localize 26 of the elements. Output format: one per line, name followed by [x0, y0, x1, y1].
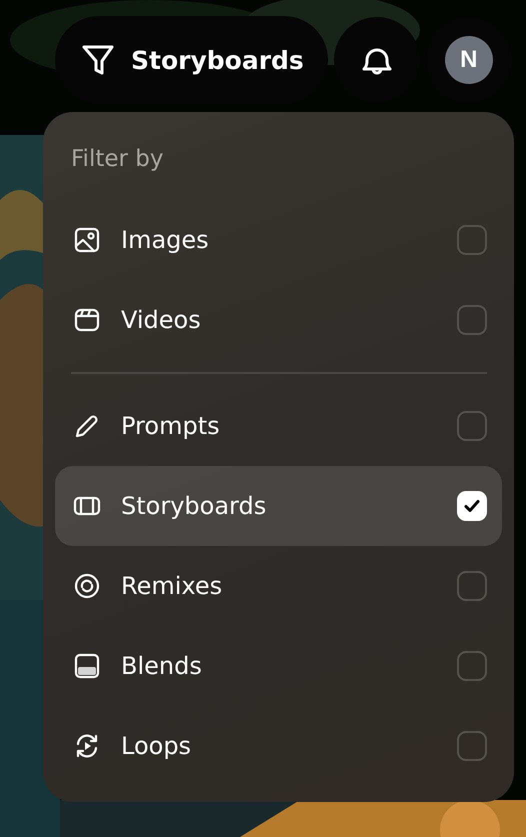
option-label: Remixes	[121, 572, 224, 600]
option-label: Storyboards	[121, 492, 268, 520]
checkbox[interactable]	[457, 305, 487, 335]
filter-option[interactable]: Remixes	[55, 546, 502, 626]
checkbox[interactable]	[457, 491, 487, 521]
checkbox[interactable]	[457, 651, 487, 681]
option-label: Blends	[121, 652, 203, 680]
filter-option[interactable]: Images	[55, 200, 502, 280]
option-label: Prompts	[121, 412, 221, 440]
checkbox[interactable]	[457, 731, 487, 761]
swirl-icon	[73, 572, 101, 600]
filter-option[interactable]: Prompts	[55, 386, 502, 466]
filter-option[interactable]: Blends	[55, 626, 502, 706]
checkbox[interactable]	[457, 571, 487, 601]
filter-option[interactable]: Videos	[55, 280, 502, 360]
checkbox[interactable]	[457, 411, 487, 441]
option-label: Images	[121, 226, 210, 254]
menu-heading: Filter by	[71, 146, 164, 174]
filter-option[interactable]: Storyboards	[55, 466, 502, 546]
checkbox[interactable]	[457, 225, 487, 255]
clapperboard-icon	[73, 306, 101, 334]
gradient-icon	[73, 652, 101, 680]
image-icon	[73, 226, 101, 254]
filter-option[interactable]: Loops	[55, 706, 502, 786]
option-label: Loops	[121, 732, 192, 760]
option-label: Videos	[121, 306, 202, 334]
